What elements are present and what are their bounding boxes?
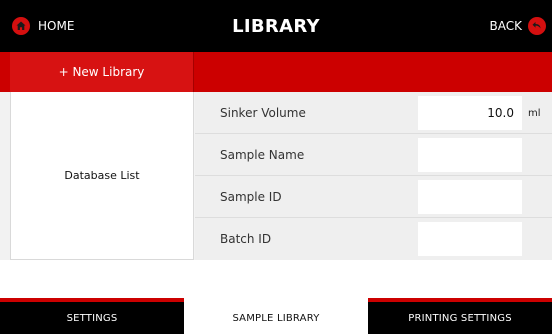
back-arrow-icon xyxy=(528,17,546,35)
tab-settings[interactable]: SETTINGS xyxy=(0,302,184,334)
home-button[interactable]: HOME xyxy=(12,0,74,52)
sinker-volume-field[interactable]: 10.0 xyxy=(418,96,522,130)
sample-name-field[interactable] xyxy=(418,138,522,172)
form-row-batch-id: Batch ID xyxy=(195,218,552,260)
action-bar: + New Library xyxy=(0,52,552,92)
tab-printing-settings[interactable]: PRINTING SETTINGS xyxy=(368,302,552,334)
bottom-tab-bar: SETTINGS SAMPLE LIBRARY PRINTING SETTING… xyxy=(0,298,552,334)
database-list[interactable]: Database List xyxy=(10,92,194,260)
sample-id-field[interactable] xyxy=(418,180,522,214)
sample-name-label: Sample Name xyxy=(220,148,305,162)
batch-id-field[interactable] xyxy=(418,222,522,256)
batch-id-label: Batch ID xyxy=(220,232,272,246)
back-button[interactable]: BACK xyxy=(490,0,546,52)
new-library-button[interactable]: + New Library xyxy=(10,52,194,92)
form-row-sinker-volume: Sinker Volume 10.0 ml xyxy=(195,92,552,134)
database-list-label: Database List xyxy=(64,169,140,182)
form-row-sample-id: Sample ID xyxy=(195,176,552,218)
page-title: LIBRARY xyxy=(232,15,320,37)
back-label: BACK xyxy=(489,19,522,33)
home-icon xyxy=(12,17,30,35)
sample-id-label: Sample ID xyxy=(220,190,282,204)
sinker-volume-label: Sinker Volume xyxy=(220,106,306,120)
sinker-volume-unit: ml xyxy=(528,107,541,119)
form-row-sample-name: Sample Name xyxy=(195,134,552,176)
tab-sample-library[interactable]: SAMPLE LIBRARY xyxy=(184,298,368,334)
top-bar: HOME LIBRARY BACK xyxy=(0,0,552,52)
home-label: HOME xyxy=(38,19,75,33)
library-form: Sinker Volume 10.0 ml Sample Name Sample… xyxy=(195,92,552,260)
